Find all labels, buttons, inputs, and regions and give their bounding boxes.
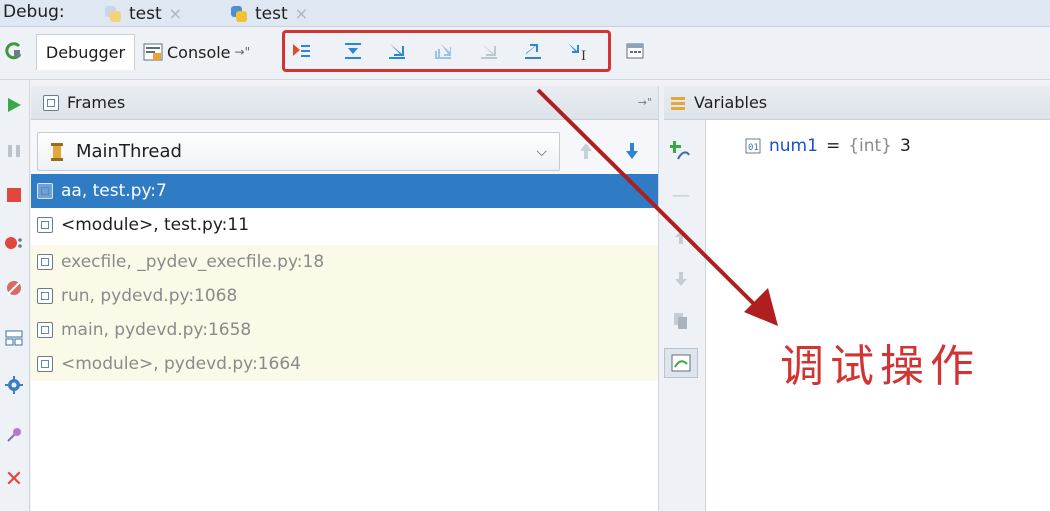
- annotation-text: 调试操作: [780, 341, 980, 392]
- annotation-arrow: [536, 88, 778, 326]
